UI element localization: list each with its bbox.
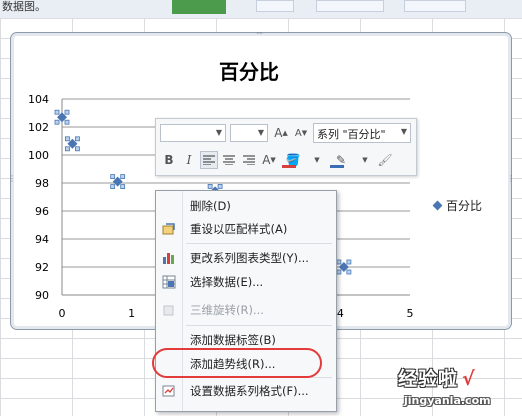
selection-handle bbox=[110, 184, 116, 190]
site-watermark: 经验啦 √ jingyanla.com bbox=[398, 364, 518, 414]
data-point bbox=[65, 136, 80, 152]
align-center-button[interactable] bbox=[220, 151, 238, 169]
menu-item-reset-style[interactable]: 重设以匹配样式(A) bbox=[158, 218, 334, 240]
select-data-icon bbox=[158, 271, 180, 293]
context-menu: 删除(D) 重设以匹配样式(A) 更改系列图表类型(Y)... 选择数据(E).… bbox=[155, 190, 337, 412]
selection-handle bbox=[207, 183, 213, 189]
data-point bbox=[110, 174, 126, 190]
italic-button[interactable]: I bbox=[180, 151, 198, 169]
chart-type-icon bbox=[158, 247, 180, 269]
selection-handle bbox=[75, 136, 80, 142]
format-series-icon bbox=[158, 380, 180, 402]
align-right-icon bbox=[243, 155, 255, 165]
font-name-combo[interactable]: ▼ bbox=[160, 124, 226, 142]
selection-handle bbox=[64, 119, 70, 125]
shrink-font-button[interactable]: A ▼ bbox=[292, 124, 310, 142]
align-right-button[interactable] bbox=[240, 151, 258, 169]
y-tick-label: 104 bbox=[28, 93, 49, 106]
selection-handle bbox=[54, 109, 60, 115]
menu-item-change-chart-type[interactable]: 更改系列图表类型(Y)... bbox=[158, 247, 334, 269]
selection-handle bbox=[336, 269, 342, 275]
watermark-url: jingyanla.com bbox=[404, 394, 491, 407]
selection-handle bbox=[346, 259, 352, 265]
font-color-button[interactable]: A ▼ bbox=[260, 151, 278, 169]
align-left-button[interactable] bbox=[200, 151, 218, 169]
reset-style-icon bbox=[158, 218, 180, 240]
font-size-combo[interactable]: ▼ bbox=[230, 124, 268, 142]
line-color-button[interactable]: ✎ bbox=[328, 151, 354, 169]
line-color-swatch bbox=[330, 165, 344, 168]
selection-handle bbox=[346, 269, 352, 275]
format-painter-button[interactable]: 🖌 bbox=[376, 151, 394, 169]
grow-font-button[interactable]: A ▲ bbox=[272, 124, 290, 142]
line-color-dropdown[interactable]: ▼ bbox=[356, 151, 374, 169]
data-point bbox=[54, 109, 70, 125]
bold-button[interactable]: B bbox=[160, 151, 178, 169]
chart-legend[interactable]: 百分比 bbox=[432, 197, 483, 214]
selection-handle bbox=[217, 183, 223, 189]
menu-item-3d-rotation[interactable]: 三维旋转(R)... bbox=[158, 299, 334, 321]
fill-color-swatch bbox=[282, 165, 296, 168]
data-point bbox=[336, 259, 352, 275]
y-tick-label: 98 bbox=[35, 177, 49, 190]
x-tick-label: 0 bbox=[59, 307, 66, 320]
y-tick-label: 100 bbox=[28, 149, 49, 162]
watermark-check: √ bbox=[462, 368, 476, 390]
align-left-icon bbox=[203, 155, 215, 165]
selection-handle bbox=[75, 146, 80, 152]
selection-handle bbox=[120, 184, 126, 190]
align-center-icon bbox=[223, 155, 235, 165]
selection-handle bbox=[64, 109, 70, 115]
selection-handle bbox=[110, 174, 116, 180]
y-tick-label: 96 bbox=[35, 205, 49, 218]
fill-color-dropdown[interactable]: ▼ bbox=[308, 151, 326, 169]
menu-item-select-data[interactable]: 选择数据(E)... bbox=[158, 271, 334, 293]
menu-separator bbox=[186, 325, 332, 326]
fill-color-button[interactable]: 🪣 bbox=[280, 151, 306, 169]
y-tick-label: 90 bbox=[35, 289, 49, 302]
trendline-highlight-ring bbox=[152, 348, 322, 378]
selection-handle bbox=[120, 174, 126, 180]
y-tick-label: 102 bbox=[28, 121, 49, 134]
mini-format-toolbar: ▼ ▼ A ▲ A ▼ 系列 "百分比" ▼ B I A ▼ 🪣 ▼ ✎ ▼ 🖌 bbox=[155, 118, 417, 176]
legend-marker bbox=[432, 200, 443, 211]
watermark-text: 经验啦 bbox=[398, 368, 459, 390]
legend-label: 百分比 bbox=[446, 199, 483, 213]
selection-handle bbox=[65, 146, 70, 152]
menu-separator bbox=[186, 243, 332, 244]
series-selector[interactable]: 系列 "百分比" ▼ bbox=[313, 123, 411, 143]
menu-item-delete[interactable]: 删除(D) bbox=[158, 195, 334, 217]
3d-rotate-icon bbox=[158, 299, 180, 321]
brush-icon: 🖌 bbox=[377, 153, 393, 167]
selection-handle bbox=[54, 119, 60, 125]
selection-handle bbox=[336, 259, 342, 265]
x-tick-label: 1 bbox=[128, 307, 135, 320]
y-tick-label: 94 bbox=[35, 233, 49, 246]
y-tick-label: 92 bbox=[35, 261, 49, 274]
x-tick-label: 4 bbox=[337, 307, 344, 320]
selection-handle bbox=[65, 136, 70, 142]
menu-item-format-data-series[interactable]: 设置数据系列格式(F)... bbox=[158, 380, 334, 402]
x-tick-label: 5 bbox=[407, 307, 414, 320]
